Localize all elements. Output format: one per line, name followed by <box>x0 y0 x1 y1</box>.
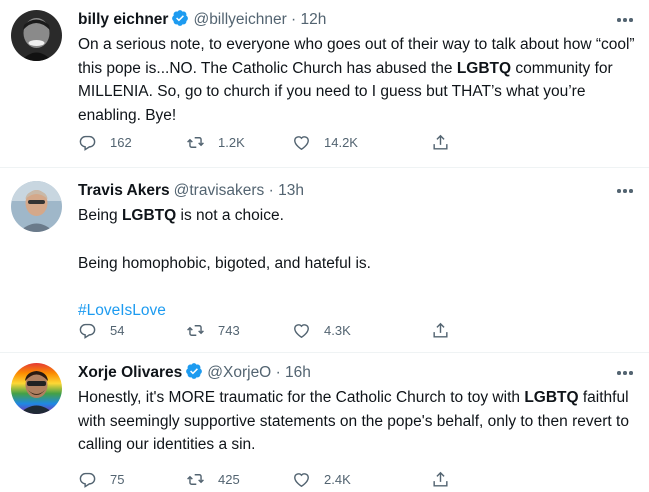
tweet-text: On a serious note, to everyone who goes … <box>78 33 638 127</box>
tweet-text-part: Being <box>78 207 122 224</box>
more-options-icon[interactable] <box>615 363 635 383</box>
retweet-icon <box>187 324 204 336</box>
tweet-text-part: is not a choice. <box>176 207 284 224</box>
tweet-text: Being LGBTQ is not a choice. Being homop… <box>78 204 638 323</box>
avatar[interactable] <box>11 10 62 61</box>
highlighted-term: LGBTQ <box>456 59 512 77</box>
share-icon <box>433 134 448 150</box>
tweet-text: Honestly, it's MORE traumatic for the Ca… <box>78 386 638 457</box>
avatar[interactable] <box>11 363 62 414</box>
user-handle[interactable]: @travisakers <box>174 182 265 199</box>
retweet-button[interactable]: 743 <box>186 318 240 342</box>
retweet-count: 1.2K <box>218 134 245 150</box>
display-name[interactable]: billy eichner <box>78 11 168 28</box>
heart-icon <box>294 472 309 487</box>
timestamp[interactable]: 13h <box>278 182 304 199</box>
retweet-button[interactable]: 425 <box>186 467 240 491</box>
like-button[interactable]: 14.2K <box>292 130 358 154</box>
reply-icon <box>79 323 96 339</box>
heart-icon <box>294 323 309 338</box>
display-name[interactable]: Xorje Olivares <box>78 364 182 381</box>
reply-button[interactable]: 162 <box>78 130 132 154</box>
retweet-icon <box>187 473 204 485</box>
verified-badge-icon <box>172 10 189 26</box>
more-options-icon[interactable] <box>615 10 635 30</box>
reply-count: 75 <box>110 471 125 487</box>
tweet-text-part: Honestly, it's MORE traumatic for the Ca… <box>78 389 525 406</box>
tweet-actions: 162 1.2K 14.2K <box>78 130 548 154</box>
tweet-header: Xorje Olivares @XorjeO · 16h <box>78 362 609 384</box>
tweet[interactable]: Xorje Olivares @XorjeO · 16h Honestly, it… <box>0 353 649 492</box>
share-icon <box>433 322 448 338</box>
heart-icon <box>294 135 309 150</box>
share-icon <box>433 471 448 487</box>
display-name[interactable]: Travis Akers <box>78 182 170 199</box>
separator-dot: · <box>291 11 297 28</box>
share-button[interactable] <box>431 467 450 491</box>
tweet[interactable]: billy eichner @billyeichner · 12h On a se… <box>0 0 649 168</box>
like-button[interactable]: 2.4K <box>292 467 351 491</box>
like-count: 14.2K <box>324 134 358 150</box>
retweet-button[interactable]: 1.2K <box>186 130 245 154</box>
verified-badge-icon <box>186 363 203 379</box>
like-count: 4.3K <box>324 322 351 338</box>
share-button[interactable] <box>431 130 450 154</box>
tweet-actions: 54 743 4.3K <box>78 318 548 342</box>
more-options-icon[interactable] <box>615 181 635 201</box>
user-handle[interactable]: @billyeichner <box>193 11 286 28</box>
like-button[interactable]: 4.3K <box>292 318 351 342</box>
separator-dot: · <box>275 364 281 381</box>
tweet-header: billy eichner @billyeichner · 12h <box>78 9 609 31</box>
avatar[interactable] <box>11 181 62 232</box>
reply-button[interactable]: 54 <box>78 318 124 342</box>
timestamp[interactable]: 12h <box>301 11 327 28</box>
separator-dot: · <box>268 182 274 199</box>
reply-icon <box>79 472 96 488</box>
highlighted-term: LGBTQ <box>121 207 177 224</box>
reply-icon <box>79 135 96 151</box>
tweet-feed: billy eichner @billyeichner · 12h On a se… <box>0 0 649 492</box>
share-button[interactable] <box>431 318 450 342</box>
retweet-count: 425 <box>218 471 240 487</box>
retweet-count: 743 <box>218 322 240 338</box>
reply-button[interactable]: 75 <box>78 467 124 491</box>
tweet-actions: 75 425 2.4K <box>78 467 548 491</box>
user-handle[interactable]: @XorjeO <box>207 364 271 381</box>
retweet-icon <box>187 136 204 148</box>
tweet-text-line: Being homophobic, bigoted, and hateful i… <box>78 254 371 272</box>
like-count: 2.4K <box>324 471 351 487</box>
reply-count: 162 <box>110 134 132 150</box>
reply-count: 54 <box>110 322 125 338</box>
highlighted-term: LGBTQ <box>524 389 579 406</box>
tweet[interactable]: Travis Akers @travisakers · 13h Being LGB… <box>0 168 649 353</box>
hashtag-link[interactable]: #LoveIsLove <box>78 302 166 319</box>
tweet-header: Travis Akers @travisakers · 13h <box>78 180 609 202</box>
timestamp[interactable]: 16h <box>285 364 311 381</box>
